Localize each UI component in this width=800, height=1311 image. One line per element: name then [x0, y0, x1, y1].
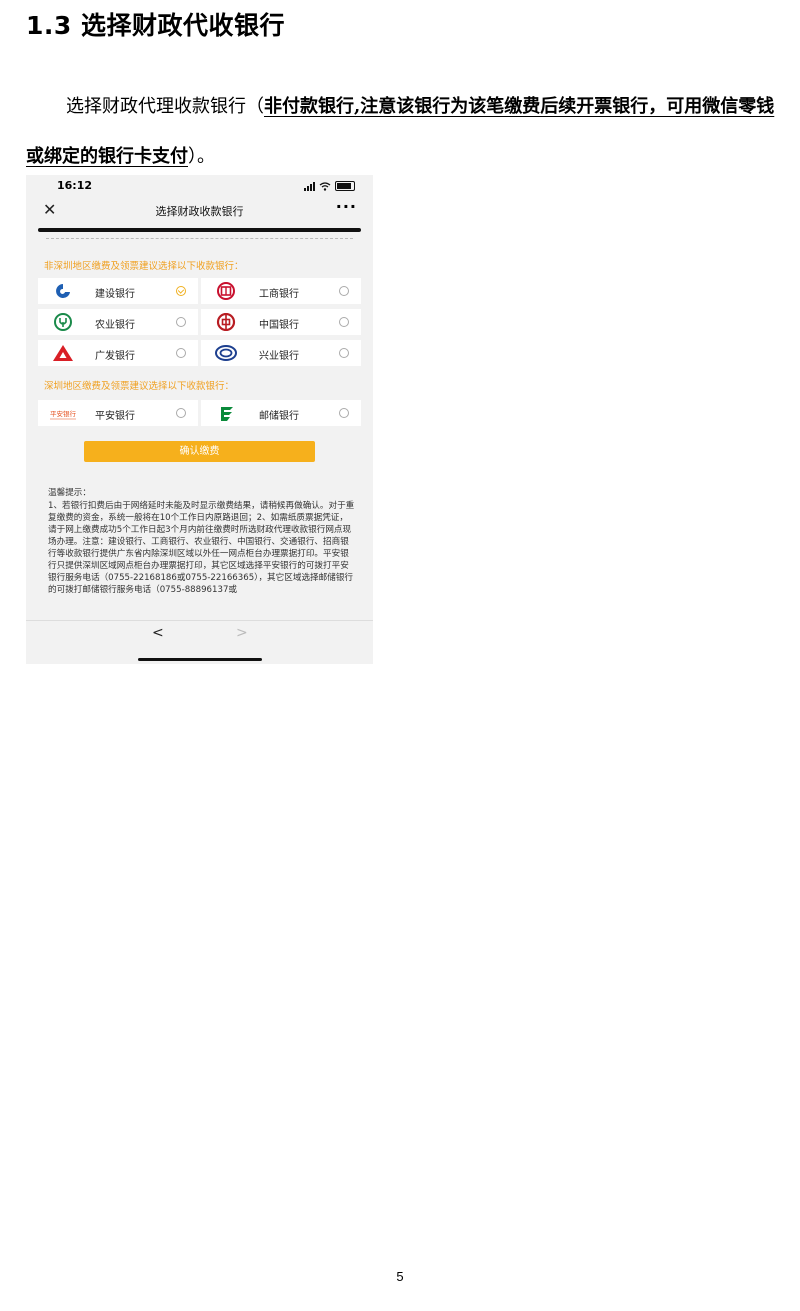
abc-logo-icon	[54, 313, 72, 331]
psbc-logo-icon	[221, 407, 233, 421]
bank-option-psbc[interactable]: 邮储银行	[201, 400, 361, 426]
bank-option-boc[interactable]: 中国银行	[201, 309, 361, 335]
radio-icon[interactable]	[339, 286, 349, 296]
radio-icon[interactable]	[339, 348, 349, 358]
dashed-divider	[46, 238, 353, 239]
bank-option-cgb[interactable]: 广发银行	[38, 340, 198, 366]
bank-name: 兴业银行	[259, 351, 299, 362]
back-arrow-icon[interactable]: <	[152, 625, 164, 641]
radio-icon[interactable]	[176, 317, 186, 327]
bank-option-cib[interactable]: 兴业银行	[201, 340, 361, 366]
status-bar: 16:12	[26, 175, 373, 197]
bank-option-pab[interactable]: 平安银行 平安银行	[38, 400, 198, 426]
radio-icon[interactable]	[176, 348, 186, 358]
paragraph-prefix: 选择财政代理收款银行（	[66, 96, 264, 117]
instruction-paragraph: 选择财政代理收款银行（非付款银行,注意该银行为该笔缴费后续开票银行，可用微信零钱…	[26, 82, 786, 182]
radio-icon[interactable]	[339, 317, 349, 327]
bank-name: 平安银行	[95, 411, 135, 422]
cgb-logo-icon	[53, 345, 73, 361]
bank-name: 邮储银行	[259, 411, 299, 422]
bank-name: 广发银行	[95, 351, 135, 362]
pab-logo-text: 平安银行	[50, 409, 76, 418]
nav-title: 选择财政收款银行	[155, 205, 244, 218]
confirm-payment-button[interactable]: 确认缴费	[84, 441, 315, 462]
signal-icon	[304, 181, 315, 191]
home-indicator	[138, 658, 262, 661]
forward-arrow-icon[interactable]: >	[236, 625, 248, 641]
boc-logo-icon	[216, 313, 236, 331]
bank-option-icbc[interactable]: 工商银行	[201, 278, 361, 304]
status-time: 16:12	[57, 179, 93, 192]
status-icons	[304, 181, 355, 191]
section-label-shenzhen: 深圳地区缴费及领票建议选择以下收款银行：	[44, 381, 235, 392]
more-icon[interactable]: ···	[336, 197, 357, 216]
icbc-logo-icon	[217, 282, 235, 300]
tips-body: 1、若银行扣费后由于网络延时未能及时显示缴费结果，请稍候再做确认。对于重复缴费的…	[48, 501, 355, 595]
nav-bar: ✕ 选择财政收款银行 ···	[26, 197, 373, 225]
bank-option-abc[interactable]: 农业银行	[38, 309, 198, 335]
header-divider	[38, 228, 361, 232]
cib-logo-icon	[215, 345, 237, 361]
bank-name: 建设银行	[95, 289, 135, 300]
radio-checked-icon[interactable]	[176, 286, 186, 296]
ccb-logo-icon	[56, 284, 70, 298]
bank-option-ccb[interactable]: 建设银行	[38, 278, 198, 304]
browser-bottom-nav: < >	[26, 620, 373, 664]
tips-block: 温馨提示： 1、若银行扣费后由于网络延时未能及时显示缴费结果，请稍候再做确认。对…	[48, 487, 356, 596]
radio-icon[interactable]	[339, 408, 349, 418]
page-number: 5	[396, 1269, 404, 1284]
radio-icon[interactable]	[176, 408, 186, 418]
battery-icon	[335, 181, 355, 191]
bank-name: 中国银行	[259, 320, 299, 331]
section-heading: 1.3 选择财政代收银行	[26, 11, 285, 40]
wifi-icon	[319, 181, 331, 191]
bank-name: 工商银行	[259, 289, 299, 300]
section-label-non-shenzhen: 非深圳地区缴费及领票建议选择以下收款银行：	[44, 261, 244, 272]
phone-screenshot: 16:12 ✕ 选择财政收款银行 ··· 非深圳地区缴费及领票建议选择以下收款银…	[26, 175, 373, 664]
paragraph-suffix: ）。	[188, 146, 215, 167]
pab-logo-icon: 平安银行	[50, 409, 76, 420]
bank-name: 农业银行	[95, 320, 135, 331]
tips-title: 温馨提示：	[48, 488, 91, 498]
